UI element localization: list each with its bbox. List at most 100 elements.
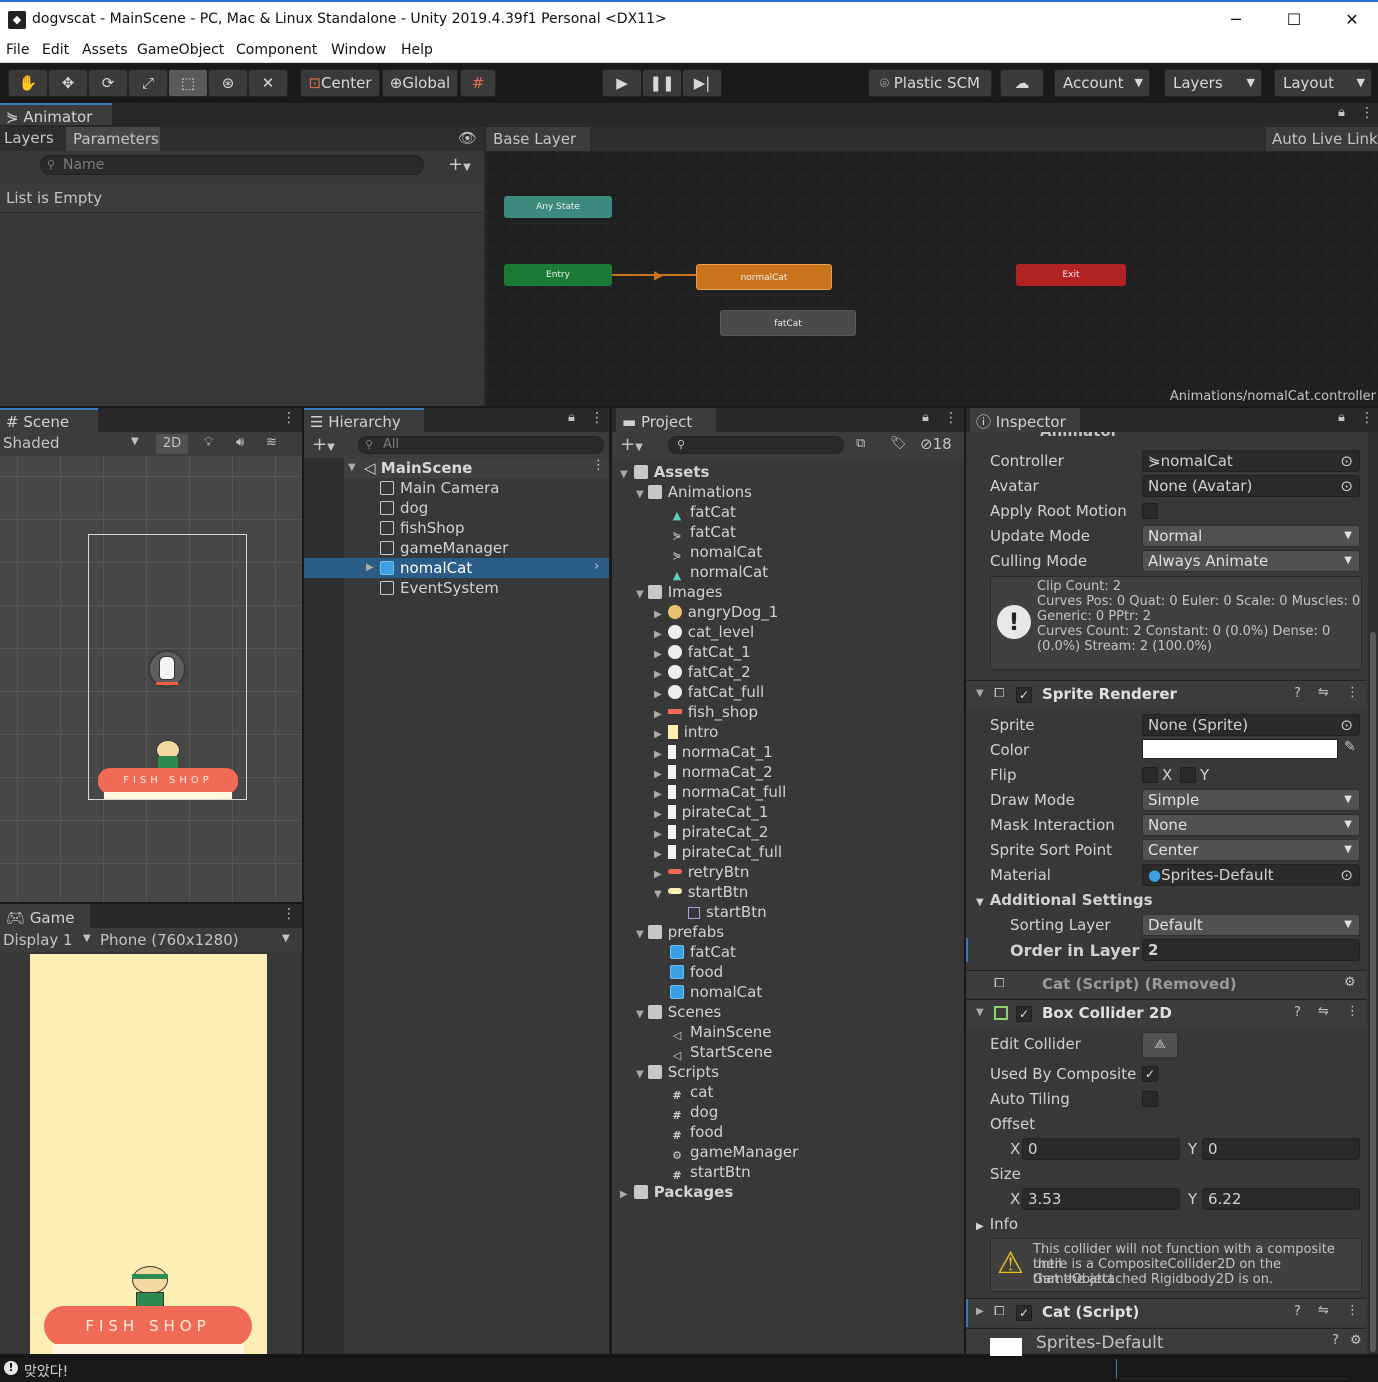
create-button[interactable]: +▼ (312, 434, 335, 455)
kebab-menu-icon[interactable]: ⋮ (592, 458, 605, 473)
menu-help[interactable]: Help (401, 42, 433, 58)
display-dropdown[interactable]: Display 1 ▼ (3, 931, 91, 949)
object-picker-icon[interactable]: ⊙ (1340, 476, 1353, 496)
size-y-field[interactable]: 6.22 (1202, 1188, 1360, 1210)
help-icon[interactable]: ? (1332, 1333, 1339, 1348)
menu-assets[interactable]: Assets (82, 42, 128, 58)
pivot-global-button[interactable]: ⊕Global (382, 69, 458, 97)
scrollbar-thumb[interactable] (1370, 632, 1376, 1352)
effects-icon[interactable]: ≋ (266, 435, 277, 450)
kebab-menu-icon[interactable]: ⋮ (1346, 685, 1359, 700)
hierarchy-item[interactable]: EventSystem (380, 578, 499, 598)
asset-item[interactable]: nomalCat (670, 982, 762, 1002)
menu-window[interactable]: Window (331, 42, 386, 58)
asset-item[interactable]: ▶ normaCat_1 (654, 742, 773, 762)
culling-mode-dropdown[interactable]: Always Animate ▼ (1142, 550, 1360, 572)
asset-item[interactable]: startBtn (688, 902, 767, 922)
menu-file[interactable]: File (6, 42, 29, 58)
asset-item[interactable]: ⚙ gameManager (670, 1142, 798, 1162)
move-tool-icon[interactable]: ✥ (48, 69, 88, 97)
color-swatch[interactable] (1142, 739, 1338, 759)
flip-y-checkbox[interactable] (1180, 767, 1196, 783)
hierarchy-search-input[interactable]: ⚲ All (358, 436, 604, 454)
pause-button[interactable]: ❚❚ (642, 69, 682, 97)
asset-item[interactable]: ▲ normalCat (670, 562, 768, 582)
mask-interaction-dropdown[interactable]: None ▼ (1142, 814, 1360, 836)
gear-icon[interactable]: ⚙ (1350, 1333, 1362, 1348)
menu-gameobject[interactable]: GameObject (137, 42, 224, 58)
layers-dropdown[interactable]: Layers ▼ (1164, 69, 1262, 97)
resolution-dropdown[interactable]: Phone (760x1280) ▼ (100, 931, 300, 949)
auto-live-link-button[interactable]: Auto Live Link (1266, 127, 1378, 151)
cloud-icon[interactable]: ☁ (1000, 69, 1044, 97)
avatar-field[interactable]: None (Avatar) ⊙ (1142, 475, 1360, 497)
state-normalcat-default[interactable]: normalCat (696, 264, 832, 290)
draw-mode-dropdown[interactable]: Simple ▼ (1142, 789, 1360, 811)
maximize-button[interactable]: ☐ (1272, 6, 1316, 34)
folder-scripts[interactable]: ▼ Scripts (636, 1062, 719, 1082)
filter-type-icon[interactable]: ⧉ (856, 436, 865, 451)
scene-header-row[interactable]: ▼ ◁ MainScene ⋮ (344, 458, 609, 478)
animator-graph[interactable]: Base Layer Auto Live Link Any State Entr… (486, 127, 1378, 406)
asset-item[interactable]: ▶ intro (654, 722, 718, 742)
menu-component[interactable]: Component (236, 42, 317, 58)
kebab-menu-icon[interactable]: ⋮ (282, 410, 296, 426)
asset-item[interactable]: ▶ pirateCat_full (654, 842, 782, 862)
account-dropdown[interactable]: Account ▼ (1054, 69, 1150, 97)
grid-snap-icon[interactable]: # (460, 69, 496, 97)
folder-images[interactable]: ▼ Images (636, 582, 723, 602)
cat-script-header[interactable]: ▶ ⧠ ✓ Cat (Script) ? ⇋ ⋮ (966, 1298, 1366, 1327)
asset-item[interactable]: ▶ fish_shop (654, 702, 758, 722)
audio-icon[interactable]: 🔊︎ (236, 435, 244, 450)
offset-x-field[interactable]: 0 (1022, 1138, 1180, 1160)
info-foldout[interactable]: ▶ Info (976, 1215, 1018, 1233)
component-enabled-checkbox[interactable]: ✓ (1016, 687, 1032, 703)
hierarchy-item[interactable]: dog (380, 498, 428, 518)
layout-dropdown[interactable]: Layout ▼ (1274, 69, 1372, 97)
offset-y-field[interactable]: 0 (1202, 1138, 1360, 1160)
scrollbar[interactable] (1368, 432, 1378, 1354)
hierarchy-item-selected[interactable]: ▶ nomalCat › (304, 558, 609, 578)
asset-item[interactable]: ▶ angryDog_1 (654, 602, 778, 622)
asset-item[interactable]: # startBtn (670, 1162, 750, 1182)
asset-item[interactable]: # cat (670, 1082, 713, 1102)
asset-item[interactable]: ▶ normaCat_full (654, 782, 786, 802)
asset-item[interactable]: # food (670, 1122, 723, 1142)
gear-icon[interactable]: ⚙ (1344, 975, 1356, 990)
asset-item[interactable]: ⋟ fatCat (670, 522, 736, 542)
tab-layers[interactable]: Layers (4, 129, 54, 147)
folder-scenes[interactable]: ▼ Scenes (636, 1002, 721, 1022)
expand-arrow-icon[interactable]: ▼ (636, 929, 644, 940)
pivot-center-button[interactable]: ⊡Center (300, 69, 380, 97)
cat-script-removed-header[interactable]: ⧠ Cat (Script) (Removed) ⚙ (966, 970, 1366, 998)
folder-animations[interactable]: ▼ Animations (636, 482, 752, 502)
controller-field[interactable]: ⋟nomalCat ⊙ (1142, 450, 1360, 472)
component-enabled-checkbox[interactable]: ✓ (1016, 1006, 1032, 1022)
animator-component-header[interactable]: Animator (966, 432, 1366, 440)
order-in-layer-field[interactable]: 2 (1142, 939, 1360, 961)
minimize-button[interactable]: ─ (1214, 6, 1258, 34)
kebab-menu-icon[interactable]: ⋮ (1346, 1004, 1359, 1019)
preset-icon[interactable]: ⇋ (1318, 685, 1329, 700)
rect-tool-icon[interactable]: ⬚ (168, 69, 208, 97)
asset-item[interactable]: ▶ fatCat_full (654, 682, 764, 702)
eye-icon[interactable]: 👁︎ (458, 129, 477, 147)
object-picker-icon[interactable]: ⊙ (1340, 865, 1353, 885)
component-enabled-checkbox[interactable]: ✓ (1016, 1305, 1032, 1321)
kebab-menu-icon[interactable]: ⋮ (590, 410, 604, 426)
close-button[interactable]: ✕ (1330, 6, 1374, 34)
breadcrumb[interactable]: Base Layer (486, 127, 590, 151)
kebab-menu-icon[interactable]: ⋮ (944, 410, 958, 426)
status-message[interactable]: 맞았다! (24, 1361, 68, 1381)
material-preview-header[interactable]: Sprites-Default ? ⚙ (966, 1328, 1366, 1356)
eyedropper-icon[interactable]: ✎ (1344, 739, 1356, 755)
expand-arrow-icon[interactable]: ▼ (636, 489, 644, 500)
shading-dropdown[interactable]: Shaded ▼ (3, 434, 139, 452)
box-collider-header[interactable]: ▼ ✓ Box Collider 2D ? ⇋ ⋮ (966, 999, 1366, 1027)
sprite-sort-point-dropdown[interactable]: Center ▼ (1142, 839, 1360, 861)
asset-item[interactable]: ⋟ nomalCat (670, 542, 762, 562)
lock-icon[interactable]: 🔒︎ (1338, 410, 1345, 425)
rotate-tool-icon[interactable]: ⟳ (88, 69, 128, 97)
asset-item[interactable]: ▶ normaCat_2 (654, 762, 773, 782)
menu-edit[interactable]: Edit (42, 42, 69, 58)
